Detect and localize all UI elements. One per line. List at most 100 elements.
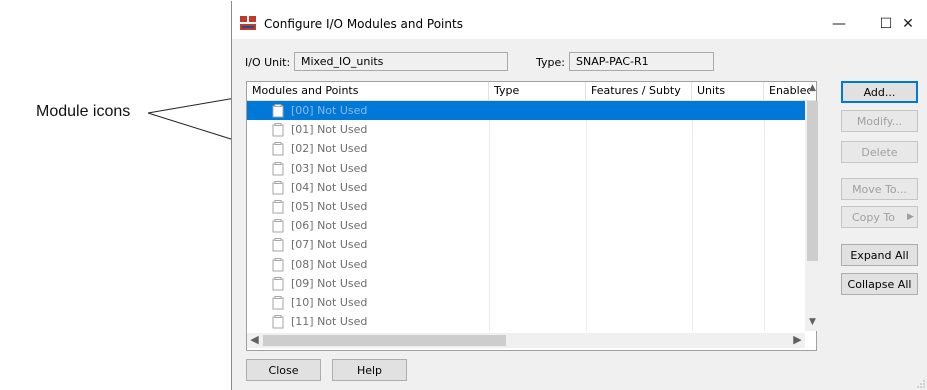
io-unit-label: I/O Unit: <box>245 56 291 69</box>
cell-separator <box>586 158 587 178</box>
table-row[interactable]: [06] Not Used <box>247 216 809 236</box>
collapse-all-button[interactable]: Collapse All <box>841 273 918 295</box>
cell-separator <box>692 235 693 255</box>
table-row[interactable]: [00] Not Used <box>247 101 809 121</box>
cell-separator <box>692 120 693 140</box>
cell-separator <box>586 139 587 159</box>
cell-separator <box>489 292 490 313</box>
delete-button[interactable]: Delete <box>841 141 918 163</box>
module-label: [03] Not Used <box>291 161 368 175</box>
cell-separator <box>489 254 490 274</box>
col-enabled[interactable]: Enablec <box>764 82 810 100</box>
cell-separator <box>692 101 693 121</box>
callout-label: Module icons <box>36 103 131 120</box>
module-label: [05] Not Used <box>291 199 368 213</box>
cell-separator <box>586 254 587 274</box>
cell-separator <box>764 139 765 159</box>
submenu-arrow-icon: ▶ <box>906 212 914 222</box>
col-modules-points[interactable]: Modules and Points <box>247 82 489 100</box>
add-button[interactable]: Add... <box>841 81 918 103</box>
table-row[interactable]: [02] Not Used <box>247 139 809 159</box>
scroll-down-arrow[interactable]: ▼ <box>805 317 820 327</box>
cell-separator <box>764 120 765 140</box>
cell-separator <box>764 216 765 236</box>
cell-separator <box>586 120 587 140</box>
cell-separator <box>586 235 587 255</box>
module-icon <box>272 315 284 329</box>
type-field: SNAP-PAC-R1 <box>569 52 714 71</box>
minimize-button[interactable]: — <box>817 9 861 39</box>
io-unit-field: Mixed_IO_units <box>294 52 508 71</box>
col-type[interactable]: Type <box>489 82 586 100</box>
cell-separator <box>692 273 693 293</box>
module-icon <box>272 238 284 252</box>
col-features[interactable]: Features / Subty <box>586 82 692 100</box>
cell-separator <box>489 312 490 332</box>
copy-to-button[interactable]: Copy To ▶ <box>841 206 918 228</box>
cell-separator <box>586 292 587 313</box>
scroll-right-arrow[interactable]: ▶ <box>790 333 805 346</box>
cell-separator <box>764 312 765 332</box>
vertical-scroll-thumb[interactable] <box>807 101 818 261</box>
scroll-up-arrow[interactable]: ▲ <box>805 83 820 93</box>
module-label: [07] Not Used <box>291 238 368 252</box>
title-bar: Configure I/O Modules and Points — ☐ ✕ <box>232 1 927 39</box>
cell-separator <box>586 312 587 332</box>
close-window-button[interactable]: ✕ <box>888 9 927 39</box>
module-label: [04] Not Used <box>291 180 368 194</box>
cell-separator <box>489 139 490 159</box>
module-icon <box>272 161 284 176</box>
help-button[interactable]: Help <box>332 359 407 381</box>
module-label: [02] Not Used <box>291 142 368 156</box>
module-label: [08] Not Used <box>291 257 368 271</box>
cell-separator <box>764 101 765 121</box>
table-row[interactable]: [10] Not Used <box>247 292 809 313</box>
cell-separator <box>764 273 765 293</box>
cell-separator <box>586 101 587 121</box>
module-label: [10] Not Used <box>291 295 368 309</box>
vertical-scrollbar[interactable]: ▲ ▼ <box>805 83 820 331</box>
module-label: [01] Not Used <box>291 123 368 137</box>
module-label: [06] Not Used <box>291 219 368 233</box>
cell-separator <box>764 177 765 197</box>
app-icon <box>240 16 256 30</box>
copy-to-label: Copy To <box>852 210 895 224</box>
col-units[interactable]: Units <box>692 82 764 100</box>
horizontal-scrollbar[interactable]: ◀ ▶ <box>247 333 805 348</box>
module-icon <box>272 295 284 310</box>
module-label: [09] Not Used <box>291 276 368 290</box>
cell-separator <box>586 273 587 293</box>
cell-separator <box>489 216 490 236</box>
table-row[interactable]: [01] Not Used <box>247 120 809 140</box>
cell-separator <box>586 196 587 217</box>
module-icon <box>272 219 284 233</box>
cell-separator <box>489 177 490 197</box>
table-row[interactable]: [09] Not Used <box>247 273 809 293</box>
module-icon <box>272 257 284 271</box>
close-button[interactable]: Close <box>246 359 321 381</box>
horizontal-scroll-thumb[interactable] <box>263 335 506 346</box>
move-to-button[interactable]: Move To... <box>841 178 918 200</box>
cell-separator <box>692 158 693 178</box>
scroll-left-arrow[interactable]: ◀ <box>247 333 262 346</box>
cell-separator <box>489 273 490 293</box>
table-row[interactable]: [08] Not Used <box>247 254 809 274</box>
modules-points-grid[interactable]: Modules and Points Type Features / Subty… <box>246 81 817 351</box>
table-row[interactable]: [11] Not Used <box>247 312 809 332</box>
modify-button[interactable]: Modify... <box>841 110 918 132</box>
cell-separator <box>764 235 765 255</box>
table-row[interactable]: [04] Not Used <box>247 177 809 197</box>
type-label: Type: <box>536 56 565 69</box>
cell-separator <box>764 196 765 217</box>
cell-separator <box>586 216 587 236</box>
expand-all-button[interactable]: Expand All <box>841 244 918 266</box>
table-row[interactable]: [07] Not Used <box>247 235 809 255</box>
grid-header: Modules and Points Type Features / Subty… <box>247 82 816 101</box>
table-row[interactable]: [05] Not Used <box>247 196 809 217</box>
module-icon <box>272 123 284 137</box>
cell-separator <box>489 196 490 217</box>
table-row[interactable]: [03] Not Used <box>247 158 809 178</box>
configure-io-dialog: Configure I/O Modules and Points — ☐ ✕ I… <box>231 1 927 390</box>
cell-separator <box>692 312 693 332</box>
resize-grip-icon[interactable] <box>917 380 925 388</box>
